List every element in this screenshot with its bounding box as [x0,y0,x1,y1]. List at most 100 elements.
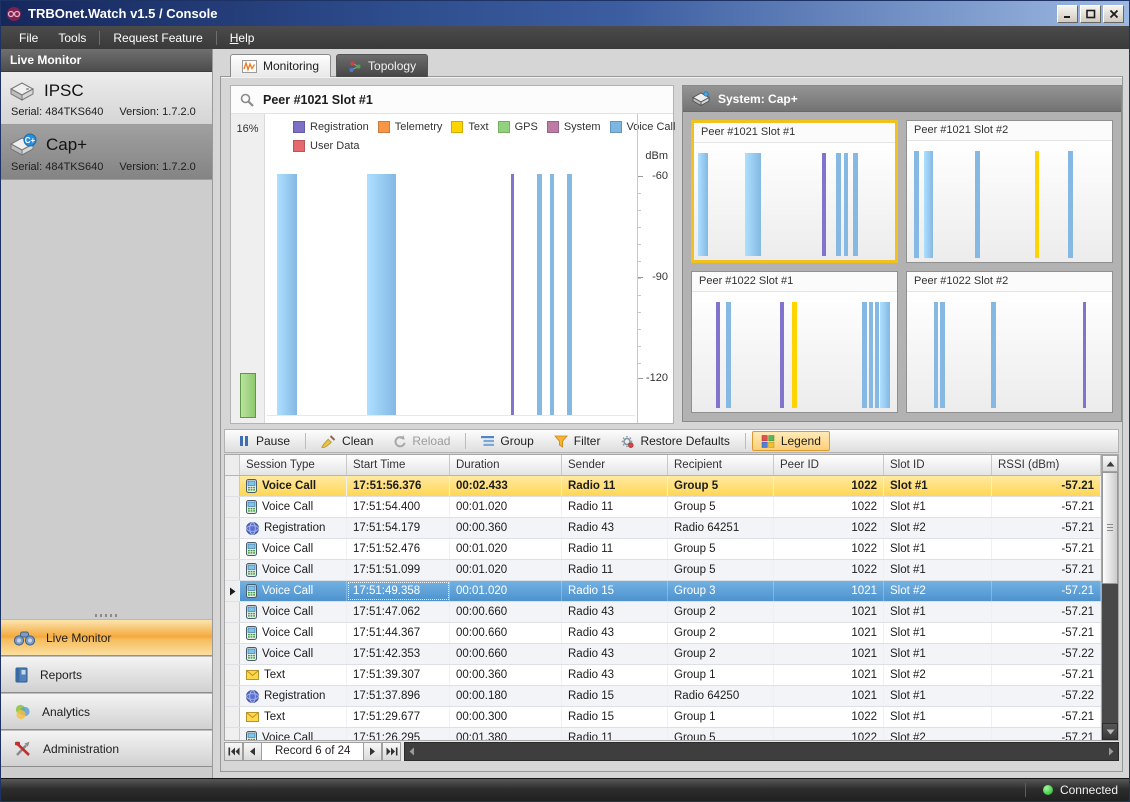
table-row[interactable]: Voice Call17:51:54.40000:01.020Radio 11G… [225,497,1101,518]
column-header-start-time[interactable]: Start Time [347,455,450,475]
mini-bar-voice [836,153,841,256]
text-icon [246,712,259,722]
sidebar-nav-analytics[interactable]: Analytics [1,693,212,730]
column-header-sender[interactable]: Sender [562,455,668,475]
column-header-rssi-dbm[interactable]: RSSI (dBm) [992,455,1101,475]
vertical-scrollbar[interactable] [1101,455,1118,740]
menu-item-request-feature[interactable]: Request Feature [103,28,212,48]
clean-button[interactable]: Clean [312,431,382,451]
menu-item-file[interactable]: File [9,28,48,48]
cell-sender: Radio 11 [562,728,668,740]
chart-axis: dBm -60-90-120 [637,114,673,423]
cell-peer-id: 1021 [774,665,884,685]
monitor-chart-panel: Peer #1021 Slot #1 16% RegistrationTelem… [230,85,674,424]
vertical-scroll-thumb[interactable] [1102,472,1118,584]
filter-button[interactable]: Filter [545,431,610,451]
table-row[interactable]: Voice Call17:51:26.29500:01.380Radio 11G… [225,728,1101,740]
next-record-button[interactable] [363,742,382,761]
cell-rssi: -57.21 [992,665,1101,685]
cell-slot-id: Slot #2 [884,518,992,538]
cell-slot-id: Slot #1 [884,707,992,727]
table-row[interactable]: Voice Call17:51:44.36700:00.660Radio 43G… [225,623,1101,644]
table-row[interactable]: Voice Call17:51:56.37600:02.433Radio 11G… [225,476,1101,497]
table-row[interactable]: Registration17:51:37.89600:00.180Radio 1… [225,686,1101,707]
pause-icon [238,435,250,447]
tab-monitoring[interactable]: Monitoring [230,54,331,77]
cell-rssi: -57.21 [992,518,1101,538]
mini-chart-peer-1022-slot-1[interactable]: Peer #1022 Slot #1 [691,271,898,414]
table-row[interactable]: Voice Call17:51:42.35300:00.660Radio 43G… [225,644,1101,665]
cell-rssi: -57.21 [992,581,1101,601]
sidebar-filler [1,180,212,611]
minimize-button[interactable] [1057,5,1078,23]
mini-chart-peer-1021-slot-2[interactable]: Peer #1021 Slot #2 [906,120,1113,263]
sidebar-nav: Live MonitorReportsAnalyticsAdministrati… [1,619,212,767]
cell-start-time: 17:51:44.367 [347,623,450,643]
column-header-slot-id[interactable]: Slot ID [884,455,992,475]
column-header-selector [225,455,240,475]
reload-button[interactable]: Reload [384,431,459,451]
table-row[interactable]: Voice Call17:51:52.47600:01.020Radio 11G… [225,539,1101,560]
table-row[interactable]: Registration17:51:54.17900:00.360Radio 4… [225,518,1101,539]
group-button[interactable]: Group [472,431,542,451]
main-plot[interactable] [267,174,635,416]
menu-item-tools[interactable]: Tools [48,28,96,48]
session-type-label: Voice Call [262,606,313,618]
scroll-down-button[interactable] [1102,723,1118,740]
rec-last-icon [386,747,398,756]
column-header-session-type[interactable]: Session Type [240,455,347,475]
legend-button[interactable]: Legend [752,431,830,451]
cell-duration: 00:00.660 [450,623,562,643]
mini-chart-peer-1022-slot-2[interactable]: Peer #1022 Slot #2 [906,271,1113,414]
table-row[interactable]: Text17:51:39.30700:00.360Radio 43Group 1… [225,665,1101,686]
restore-defaults-button[interactable]: Restore Defaults [611,431,738,451]
system-panel-header: System: Cap+ [683,86,1121,112]
load-strip: 16% [231,114,265,423]
cell-rssi: -57.21 [992,707,1101,727]
mini-chart-peer-1021-slot-1[interactable]: Peer #1021 Slot #1 [691,120,898,263]
table-row[interactable]: Voice Call17:51:51.09900:01.020Radio 11G… [225,560,1101,581]
sidebar-splitter[interactable] [1,611,212,619]
cell-sender: Radio 15 [562,686,668,706]
column-header-peer-id[interactable]: Peer ID [774,455,884,475]
mini-chart-plot [694,143,895,260]
close-button[interactable] [1103,5,1124,23]
horizontal-scrollbar[interactable] [404,742,1119,761]
session-type-label: Voice Call [262,543,313,555]
sidebar-header: Live Monitor [1,49,212,72]
column-header-recipient[interactable]: Recipient [668,455,774,475]
sidebar-nav-reports[interactable]: Reports [1,656,212,693]
axis-tick-label: -120 [646,372,668,384]
legend-label: System [564,121,601,133]
mini-chart-plot [907,141,1112,262]
button-label: Clean [342,434,373,448]
table-row[interactable]: Text17:51:29.67700:00.300Radio 15Group 1… [225,707,1101,728]
sidebar-nav-administration[interactable]: Administration [1,730,212,767]
table-row[interactable]: Voice Call17:51:47.06200:00.660Radio 43G… [225,602,1101,623]
voice-call-icon [246,500,257,514]
record-navigator: Record 6 of 24 [224,741,1119,761]
cell-start-time: 17:51:42.353 [347,644,450,664]
session-type-label: Registration [264,690,325,702]
sidebar-nav-live-monitor[interactable]: Live Monitor [1,619,212,656]
mini-bar-voice [853,153,858,256]
table-row[interactable]: Voice Call17:51:49.35800:01.020Radio 15G… [225,581,1101,602]
maximize-button[interactable] [1080,5,1101,23]
voice-call-icon [246,605,257,619]
capplus-server-icon: C+ [9,133,37,156]
svg-text:C+: C+ [25,136,36,145]
pause-button[interactable]: Pause [229,431,299,451]
device-item-cap[interactable]: C+Cap+Serial: 484TKS640Version: 1.7.2.0 [1,125,212,180]
tab-topology[interactable]: Topology [336,54,428,77]
axis-unit: dBm [645,150,668,162]
session-table: Session TypeStart TimeDurationSenderReci… [224,454,1119,741]
column-header-duration[interactable]: Duration [450,455,562,475]
first-record-button[interactable] [224,742,243,761]
device-item-ipsc[interactable]: IPSCSerial: 484TKS640Version: 1.7.2.0 [1,72,212,125]
menu-item-help[interactable]: Help [220,28,265,48]
mini-bar-text [1035,151,1039,258]
cell-duration: 00:00.660 [450,602,562,622]
last-record-button[interactable] [382,742,401,761]
scroll-up-button[interactable] [1102,455,1118,472]
previous-record-button[interactable] [243,742,262,761]
